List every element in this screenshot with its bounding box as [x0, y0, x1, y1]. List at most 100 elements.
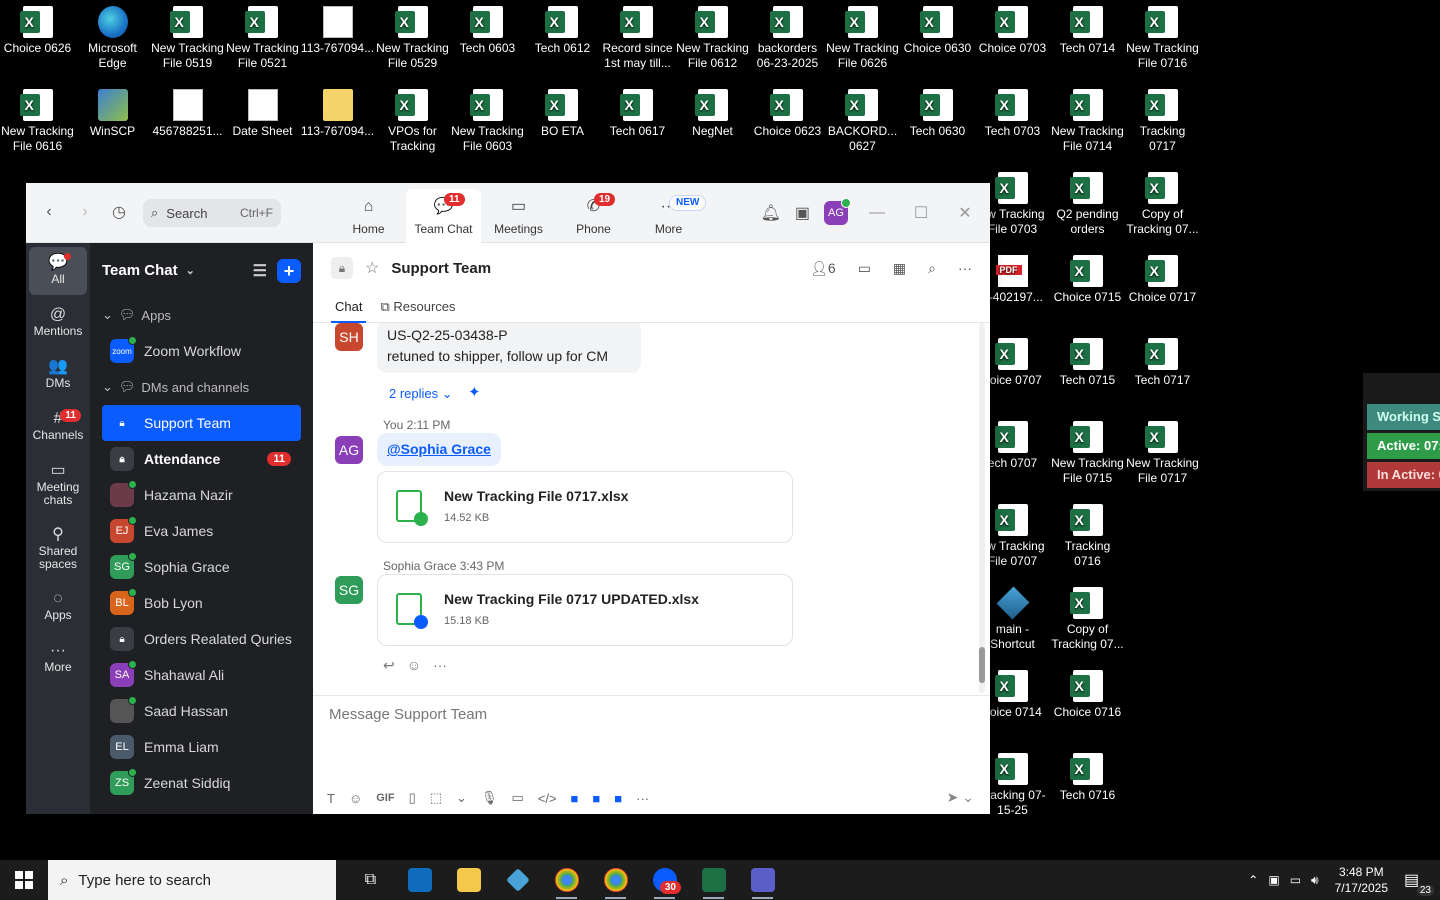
- tab-phone[interactable]: ✆ Phone 19: [556, 183, 631, 243]
- working-status[interactable]: Working St: [1367, 404, 1440, 430]
- start-button[interactable]: [0, 860, 48, 900]
- gif-button[interactable]: GIF: [376, 792, 394, 804]
- desktop-icon[interactable]: New Tracking File 0717: [1125, 415, 1200, 486]
- sidebar-item-zeenat-siddiq[interactable]: ZS Zeenat Siddiq: [102, 765, 301, 801]
- text-format-icon[interactable]: T: [327, 791, 335, 806]
- desktop-icon[interactable]: Tech 0715: [1050, 332, 1125, 388]
- sidebar-item-saad-hassan[interactable]: Saad Hassan: [102, 693, 301, 729]
- minimize-icon[interactable]: —: [862, 204, 892, 222]
- app-icon-2[interactable]: ■: [592, 791, 600, 806]
- sidebar-item-hazama-nazir[interactable]: Hazama Nazir: [102, 477, 301, 513]
- maximize-icon[interactable]: ☐: [906, 203, 936, 223]
- rail-item-meeting-chats[interactable]: ▭ Meeting chats: [29, 455, 87, 515]
- taskbar-search[interactable]: ⌕ Type here to search: [48, 860, 336, 900]
- desktop-icon[interactable]: Tracking 0717: [1125, 83, 1200, 154]
- message-input[interactable]: Message Support Team: [329, 706, 487, 723]
- desktop-icon[interactable]: New Tracking File 0603: [450, 83, 525, 154]
- desktop-icon[interactable]: Choice 0716: [1050, 664, 1125, 720]
- emoji-icon[interactable]: ☺: [349, 791, 362, 806]
- desktop-icon[interactable]: Microsoft Edge: [75, 0, 150, 71]
- emoji-reaction-icon[interactable]: ☺: [407, 657, 421, 674]
- desktop-icon[interactable]: New Tracking File 0626: [825, 0, 900, 71]
- desktop-icon[interactable]: 456788251...: [150, 83, 225, 139]
- video-call-icon[interactable]: ▭: [858, 260, 871, 277]
- inactive-status[interactable]: In Active: 0: [1367, 462, 1440, 488]
- calendar-widget-icon[interactable]: ▣: [795, 203, 810, 223]
- file-explorer-icon[interactable]: [444, 860, 493, 900]
- chrome-icon[interactable]: [542, 860, 591, 900]
- section-apps[interactable]: ⌄ 💬︎ Apps: [90, 297, 313, 333]
- desktop-icon[interactable]: New Tracking File 0714: [1050, 83, 1125, 154]
- desktop-icon[interactable]: New Tracking File 0612: [675, 0, 750, 71]
- more-tools-icon[interactable]: ···: [636, 791, 649, 806]
- scrollbar-thumb[interactable]: [979, 647, 985, 683]
- desktop-icon[interactable]: Choice 0703: [975, 0, 1050, 56]
- desktop-icon[interactable]: BO ETA: [525, 83, 600, 139]
- desktop-icon[interactable]: BACKORD... 0627: [825, 83, 900, 154]
- app-icon-1[interactable]: ■: [571, 791, 579, 806]
- microphone-icon[interactable]: 🎙︎: [481, 790, 498, 806]
- channel-title[interactable]: Support Team: [391, 260, 491, 277]
- desktop-icon[interactable]: New Tracking File 0616: [0, 83, 75, 154]
- code-snippet-icon[interactable]: </>: [538, 791, 557, 806]
- notifications-icon[interactable]: ▤ 23: [1404, 870, 1434, 896]
- desktop-icon[interactable]: Choice 0630: [900, 0, 975, 56]
- sidebar-title[interactable]: Team Chat: [102, 262, 178, 279]
- desktop-icon[interactable]: Tech 0717: [1125, 332, 1200, 388]
- sidebar-item-support-team[interactable]: 🔒︎ Support Team: [102, 405, 301, 441]
- desktop-icon[interactable]: WinSCP: [75, 83, 150, 139]
- file-attachment[interactable]: New Tracking File 0717.xlsx 14.52 KB: [377, 471, 793, 543]
- desktop-icon[interactable]: Record since 1st may till...: [600, 0, 675, 71]
- network-icon[interactable]: ▭: [1290, 873, 1301, 887]
- chrome-icon-2[interactable]: [591, 860, 640, 900]
- chevron-down-icon[interactable]: ⌄: [186, 264, 195, 277]
- excel-icon[interactable]: [689, 860, 738, 900]
- volume-icon[interactable]: 🔊︎: [1311, 873, 1319, 888]
- app-icon-3[interactable]: ■: [614, 791, 622, 806]
- desktop-icon[interactable]: Tech 0703: [975, 83, 1050, 139]
- desktop-icon[interactable]: Tech 0716: [1050, 747, 1125, 803]
- task-view-icon[interactable]: ⧉: [346, 860, 395, 900]
- sidebar-item-bob-lyon[interactable]: BL Bob Lyon: [102, 585, 301, 621]
- calendar-icon[interactable]: ▦: [893, 260, 906, 277]
- zoom-icon[interactable]: 30: [640, 860, 689, 900]
- desktop-icon[interactable]: Choice 0626: [0, 0, 75, 56]
- desktop-icon[interactable]: Tech 0630: [900, 83, 975, 139]
- sidebar-item-shahawal-ali[interactable]: SA Shahawal Ali: [102, 657, 301, 693]
- rail-item-channels[interactable]: # Channels 11: [29, 403, 87, 451]
- new-chat-button[interactable]: +: [277, 259, 301, 283]
- file-icon[interactable]: ▯: [409, 790, 416, 806]
- desktop-icon[interactable]: Tech 0603: [450, 0, 525, 56]
- history-icon[interactable]: ◷: [104, 202, 134, 222]
- tab-meetings[interactable]: ▭ Meetings: [481, 183, 556, 243]
- avatar[interactable]: AG: [335, 436, 363, 464]
- shortcut-app-icon[interactable]: [493, 860, 542, 900]
- file-attachment[interactable]: New Tracking File 0717 UPDATED.xlsx 15.1…: [377, 574, 793, 646]
- search-box[interactable]: ⌕ Search Ctrl+F: [143, 199, 281, 227]
- bell-icon[interactable]: 🔔︎: [761, 203, 781, 223]
- message-composer[interactable]: Message Support Team T ☺ GIF ▯ ⬚ ⌄ 🎙︎ ▭ …: [313, 695, 990, 814]
- message-bubble[interactable]: US-Q2-25-03438-P retuned to shipper, fol…: [377, 323, 641, 373]
- rail-item-dms[interactable]: 👥 DMs: [29, 351, 87, 399]
- more-options-icon[interactable]: ···: [958, 260, 972, 276]
- user-avatar[interactable]: AG: [824, 198, 851, 225]
- desktop-icon[interactable]: VPOs for Tracking: [375, 83, 450, 154]
- sidebar-item-eva-james[interactable]: EJ Eva James: [102, 513, 301, 549]
- chevron-down-icon[interactable]: ⌄: [456, 790, 467, 806]
- tab-chat[interactable]: Chat: [330, 293, 368, 323]
- rail-item-all[interactable]: 💬 All: [29, 247, 87, 295]
- desktop-icon[interactable]: Tech 0617: [600, 83, 675, 139]
- desktop-icon[interactable]: 113-767094...: [300, 83, 375, 139]
- desktop-icon[interactable]: Date Sheet: [225, 83, 300, 139]
- scrollbar[interactable]: [979, 323, 985, 693]
- filter-icon[interactable]: ☰: [253, 261, 267, 281]
- send-button[interactable]: ➤ ⌄: [947, 789, 974, 806]
- more-options-icon[interactable]: ···: [433, 657, 447, 674]
- ai-sparkle-icon[interactable]: ✦: [468, 383, 481, 401]
- members-button[interactable]: 👤︎6: [810, 260, 836, 277]
- sidebar-item-emma-liam[interactable]: EL Emma Liam: [102, 729, 301, 765]
- desktop-icon[interactable]: New Tracking File 0519: [150, 0, 225, 71]
- desktop-icon[interactable]: New Tracking File 0529: [375, 0, 450, 71]
- desktop-icon[interactable]: Q2 pending orders: [1050, 166, 1125, 237]
- screenshot-icon[interactable]: ⬚: [430, 790, 442, 806]
